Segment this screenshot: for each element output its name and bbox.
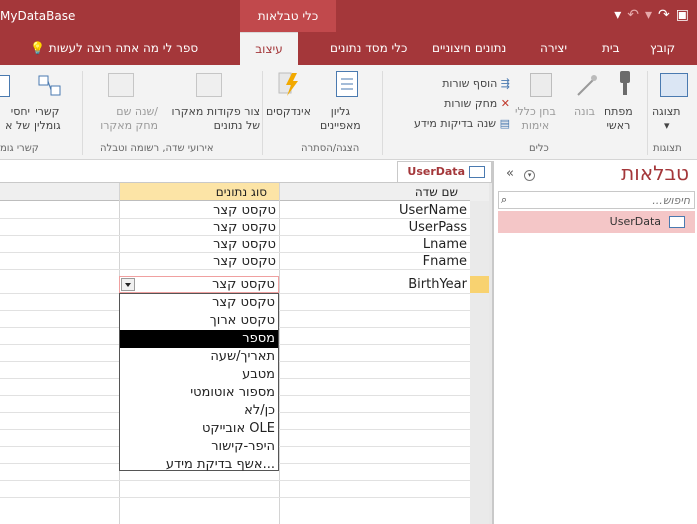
lightbulb-icon: 💡 [30, 41, 45, 55]
undo-dropdown-icon[interactable]: ▾ [645, 6, 652, 24]
data-type-cell[interactable]: טקסט קצר [122, 202, 276, 219]
data-type-combo-value: טקסט קצר [212, 277, 275, 292]
undo-icon[interactable]: ↶ [627, 6, 639, 24]
data-type-cell[interactable]: טקסט קצר [122, 236, 276, 253]
tab-design[interactable]: עיצוב [240, 32, 298, 65]
option-hyperlink[interactable]: היפר-קישור [120, 438, 278, 456]
nav-item-label: UserData [609, 215, 661, 228]
primary-key-button[interactable]: מפתח ראשי [604, 105, 633, 133]
view-dropdown-icon[interactable]: ▾ [664, 119, 670, 133]
relationships-button[interactable]: קשרי גומלין [34, 105, 61, 133]
group-views: תצוגות [653, 143, 682, 154]
data-macro-icon [196, 73, 222, 97]
insert-rows-icon: ⇶ [500, 77, 510, 90]
tab-database-tools[interactable]: כלי מסד נתונים [330, 32, 407, 65]
document-tab[interactable]: UserData [397, 161, 492, 183]
data-type-combo[interactable]: טקסט קצר [119, 276, 279, 293]
option-ole-object[interactable]: אובייקט OLE [120, 420, 278, 438]
rename-macro-icon [108, 73, 134, 97]
option-currency[interactable]: מטבע [120, 366, 278, 384]
tell-me-box[interactable]: 💡 ספר לי מה אתה רוצה לעשות [30, 32, 198, 65]
view-icon[interactable] [660, 73, 688, 97]
option-lookup-wizard[interactable]: אשף בדיקת מידע... [120, 456, 278, 474]
field-name-cell[interactable]: UserPass [283, 219, 467, 236]
navigation-pane: טבלאות « ▾ ⌕ UserData [492, 161, 697, 524]
data-type-dropdown: טקסט קצר טקסט ארוך מספר תאריך/שעה מטבע מ… [119, 293, 279, 474]
modify-lookups-label: שנה בדיקות מידע [414, 117, 497, 130]
option-short-text[interactable]: טקסט קצר [120, 294, 278, 312]
indexes-button[interactable]: אינדקסים [266, 105, 311, 119]
delete-rows-icon: ✕ [500, 97, 510, 110]
table-icon [469, 166, 485, 178]
builder-icon [576, 73, 598, 97]
group-relationships: קשרי גומ [0, 143, 38, 154]
table-icon [669, 216, 685, 228]
nav-search-box: ⌕ [498, 191, 695, 209]
insert-rows-button[interactable]: הוסף שורות ⇶ [420, 77, 510, 91]
nav-item-userdata[interactable]: UserData [498, 211, 695, 233]
group-show-hide: הצגה/הסתרה [301, 143, 360, 154]
data-type-cell[interactable]: טקסט קצר [122, 253, 276, 270]
key-icon [618, 71, 632, 97]
chevron-down-icon[interactable] [121, 278, 135, 291]
lightning-icon [278, 71, 300, 97]
tab-home[interactable]: בית [602, 32, 620, 65]
save-icon[interactable]: ▣ [676, 6, 689, 24]
quick-access-toolbar: ▾ ↶ ▾ ↷ ▣ [614, 6, 689, 24]
ribbon-tabs: קובץ בית יצירה נתונים חיצוניים כלי מסד נ… [0, 32, 697, 65]
insert-rows-label: הוסף שורות [442, 77, 498, 90]
field-name-cell[interactable]: Fname [283, 253, 467, 270]
tab-external-data[interactable]: נתונים חיצוניים [432, 32, 506, 65]
delete-rows-label: מחק שורות [444, 97, 498, 110]
context-tab-title: כלי טבלאות [240, 0, 336, 32]
column-header-field-name[interactable]: שם שדה [279, 183, 470, 201]
grid-right-edge [489, 183, 492, 524]
test-validation-icon [530, 73, 552, 97]
option-long-text[interactable]: טקסט ארוך [120, 312, 278, 330]
collapse-pane-icon[interactable]: « [506, 166, 514, 181]
nav-options-icon[interactable]: ▾ [524, 170, 536, 181]
title-bar: MyDataBase כלי טבלאות ▾ ↶ ▾ ↷ ▣ [0, 0, 697, 32]
field-name-cell[interactable]: Lname [283, 236, 467, 253]
modify-lookups-icon: ▤ [499, 117, 510, 130]
view-button[interactable]: תצוגה [652, 105, 680, 119]
document-tab-label: UserData [407, 165, 465, 178]
group-tools: כלים [529, 143, 549, 154]
row-selector-column[interactable] [470, 201, 489, 524]
field-name-cell[interactable]: UserName [283, 202, 467, 219]
relationships-icon [38, 75, 62, 97]
create-data-macros-button[interactable]: צור פקודות מאקרו של נתונים [164, 105, 260, 133]
rename-macro-button[interactable]: שנה שם/ מחק מאקרו [86, 105, 158, 133]
tab-file[interactable]: קובץ [650, 32, 675, 65]
modify-lookups-button[interactable]: שנה בדיקות מידע ▤ [385, 117, 510, 131]
property-sheet-button[interactable]: גליון מאפיינים [320, 105, 361, 133]
option-date-time[interactable]: תאריך/שעה [120, 348, 278, 366]
column-header-data-type[interactable]: סוג נתונים [119, 183, 279, 201]
test-validation-button[interactable]: בחן כללי אימות [515, 105, 556, 133]
option-autonumber[interactable]: מספור אוטומטי [120, 384, 278, 402]
option-number[interactable]: מספר [120, 330, 278, 348]
data-type-cell[interactable]: טקסט קצר [122, 219, 276, 236]
redo-icon[interactable]: ↷ [658, 6, 670, 24]
row-selector-header [470, 183, 489, 201]
nav-pane-title: טבלאות [621, 161, 689, 185]
object-dependencies-icon [0, 75, 10, 97]
nav-pane-controls: « ▾ [506, 166, 536, 181]
builder-button[interactable]: בונה [574, 105, 595, 119]
current-row-indicator[interactable] [470, 276, 489, 293]
delete-rows-button[interactable]: מחק שורות ✕ [420, 97, 510, 111]
option-yes-no[interactable]: כן/לא [120, 402, 278, 420]
nav-search-input[interactable] [499, 192, 694, 208]
column-header-description[interactable] [0, 183, 119, 201]
object-dependencies-button[interactable]: יחסי של א [0, 105, 30, 133]
group-field-events: אירועי שדה, רשומה וטבלה [100, 143, 214, 154]
app-title: MyDataBase [0, 9, 76, 23]
tell-me-label: ספר לי מה אתה רוצה לעשות [48, 41, 199, 55]
property-sheet-icon [336, 71, 358, 97]
search-icon[interactable]: ⌕ [501, 193, 507, 207]
customize-icon[interactable]: ▾ [614, 6, 621, 24]
field-name-cell[interactable]: BirthYear [283, 276, 467, 293]
tab-create[interactable]: יצירה [540, 32, 567, 65]
ribbon: תצוגה ▾ תצוגות מפתח ראשי בונה בחן כללי א… [0, 65, 697, 160]
